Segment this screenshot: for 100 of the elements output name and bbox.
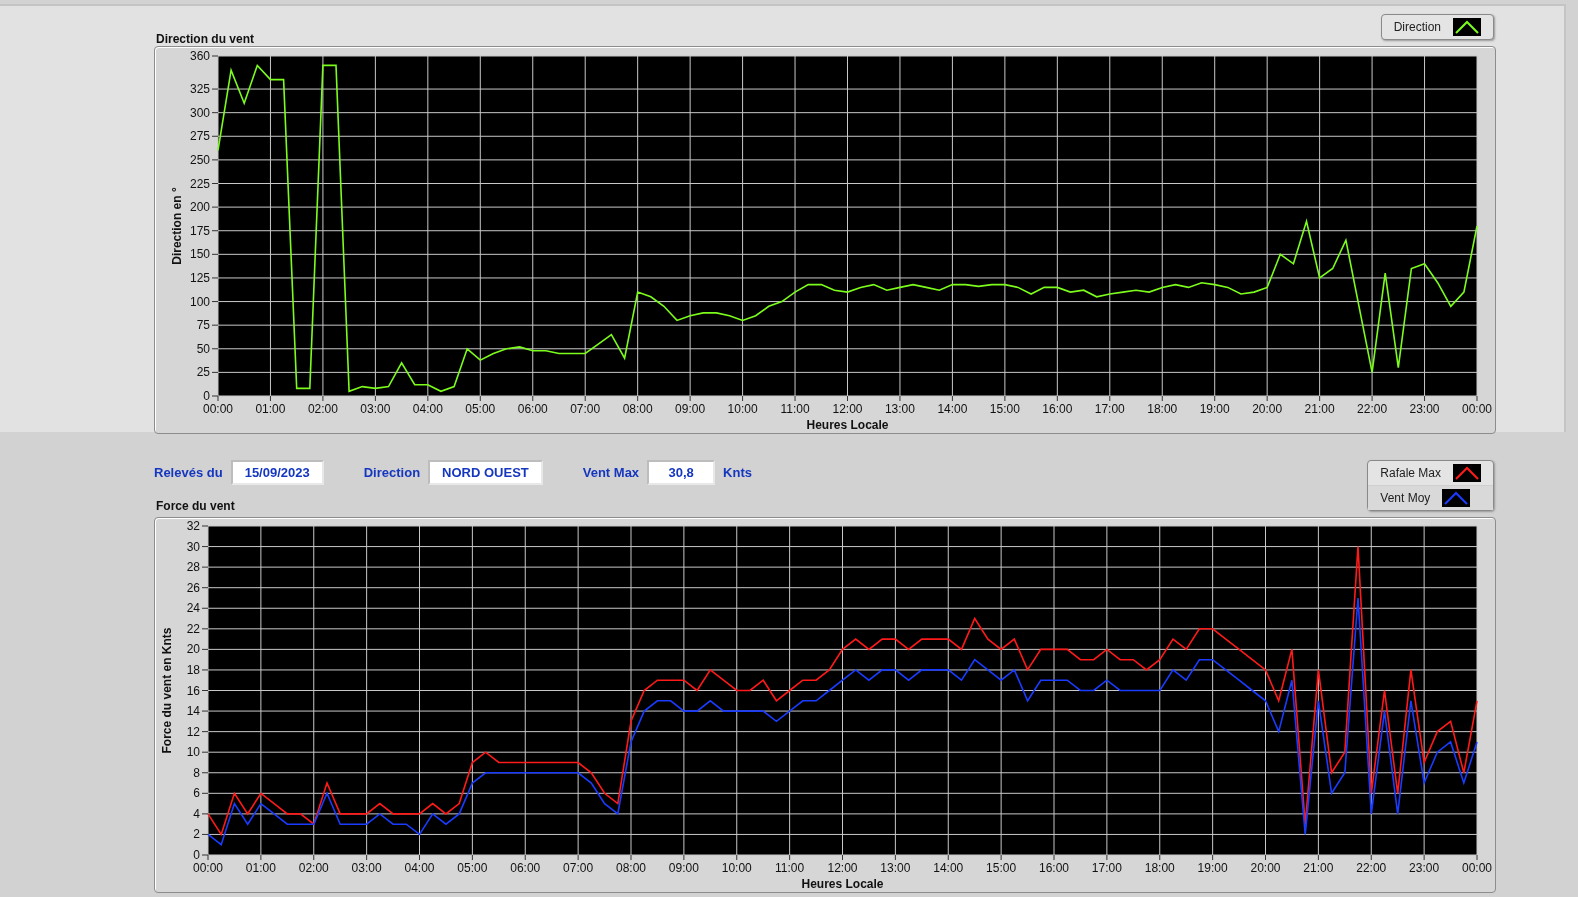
x-tick-label: 01:00 (255, 402, 286, 416)
x-tick-label: 12:00 (832, 402, 863, 416)
y-tick-label: 0 (203, 389, 210, 403)
x-tick-label: 11:00 (775, 861, 805, 875)
y-tick-label: 200 (189, 200, 210, 215)
field-label: Direction (363, 465, 421, 480)
y-tick-label: 325 (189, 82, 210, 97)
x-tick-label: 16:00 (1039, 861, 1069, 875)
x-tick-label: 02:00 (307, 402, 338, 416)
y-tick-label: 22 (186, 621, 200, 636)
x-tick-label: 06:00 (510, 861, 541, 875)
x-tick-label: 15:00 (986, 861, 1017, 875)
x-tick-label: 12:00 (827, 861, 858, 875)
x-tick-label: 08:00 (616, 861, 646, 875)
x-tick-label: 20:00 (1250, 861, 1281, 875)
x-axis-title: Heures Locale (801, 877, 884, 891)
x-tick-label: 19:00 (1199, 402, 1230, 416)
y-tick-label: 26 (186, 580, 200, 595)
y-tick-label: 28 (186, 560, 200, 575)
value-field[interactable]: 30,8 (647, 460, 716, 485)
x-tick-label: 05:00 (465, 402, 496, 416)
legend-label: Rafale Max (1380, 466, 1441, 480)
field-label: Relevés du (154, 465, 223, 480)
y-tick-label: 125 (189, 270, 210, 285)
y-tick-label: 2 (193, 827, 200, 842)
y-tick-label: 16 (186, 683, 200, 698)
y-tick-label: 32 (186, 519, 200, 533)
y-axis-title: Force du vent en Knts (160, 627, 174, 754)
x-tick-label: 22:00 (1356, 861, 1387, 875)
y-tick-label: 25 (196, 365, 210, 380)
legend-line-swatch (1453, 18, 1481, 36)
y-tick-label: 175 (189, 223, 210, 238)
x-tick-label: 13:00 (884, 402, 915, 416)
y-tick-label: 30 (186, 539, 200, 554)
value-field[interactable]: 15/09/2023 (230, 460, 324, 485)
y-tick-label: 8 (193, 765, 200, 780)
y-tick-label: 0 (193, 848, 200, 862)
x-tick-label: 23:00 (1409, 402, 1440, 416)
x-tick-label: 08:00 (622, 402, 653, 416)
legend-label: Vent Moy (1380, 491, 1431, 505)
x-tick-label: 04:00 (404, 861, 435, 875)
x-tick-label: 14:00 (933, 861, 964, 875)
y-tick-label: 10 (186, 745, 200, 760)
x-tick-label: 02:00 (298, 861, 329, 875)
legend-line-swatch (1453, 464, 1481, 482)
x-tick-label: 22:00 (1357, 402, 1388, 416)
y-tick-label: 14 (186, 704, 200, 719)
x-tick-label: 00:00 (193, 861, 223, 875)
x-tick-label: 17:00 (1094, 402, 1125, 416)
x-tick-label: 03:00 (351, 861, 382, 875)
x-tick-label: 00:00 (203, 402, 233, 416)
y-tick-label: 12 (186, 724, 200, 739)
y-tick-label: 6 (193, 786, 200, 801)
x-tick-label: 04:00 (412, 402, 443, 416)
y-tick-label: 18 (186, 662, 200, 677)
x-tick-label: 18:00 (1144, 861, 1175, 875)
field-label: Vent Max (582, 465, 640, 480)
x-tick-label: 23:00 (1409, 861, 1440, 875)
y-tick-label: 24 (186, 601, 200, 616)
x-tick-label: 05:00 (457, 861, 488, 875)
x-tick-label: 10:00 (721, 861, 752, 875)
x-tick-label: 21:00 (1304, 402, 1335, 416)
legend-line-swatch (1442, 489, 1471, 507)
chart-title: Direction du vent (155, 32, 254, 46)
y-tick-label: 4 (193, 806, 200, 821)
legend-label: Direction (1393, 20, 1441, 34)
x-tick-label: 15:00 (989, 402, 1020, 416)
x-tick-label: 13:00 (880, 861, 911, 875)
x-tick-label: 01:00 (245, 861, 276, 875)
x-tick-label: 11:00 (780, 402, 810, 416)
x-tick-label: 00:00 (1462, 402, 1492, 416)
x-tick-label: 09:00 (668, 861, 699, 875)
chart-title: Force du vent (155, 499, 236, 513)
x-tick-label: 16:00 (1042, 402, 1073, 416)
x-tick-label: 03:00 (360, 402, 391, 416)
x-tick-label: 09:00 (675, 402, 706, 416)
y-tick-label: 300 (189, 105, 210, 120)
y-tick-label: 360 (189, 49, 210, 63)
x-tick-label: 10:00 (727, 402, 758, 416)
x-tick-label: 19:00 (1197, 861, 1228, 875)
x-tick-label: 18:00 (1147, 402, 1178, 416)
y-tick-label: 275 (189, 129, 210, 144)
x-tick-label: 14:00 (937, 402, 968, 416)
x-axis-title: Heures Locale (806, 418, 889, 432)
y-tick-label: 20 (186, 642, 200, 657)
y-tick-label: 100 (189, 294, 210, 309)
x-tick-label: 20:00 (1252, 402, 1283, 416)
y-tick-label: 75 (196, 318, 210, 333)
y-tick-label: 225 (189, 176, 210, 191)
y-axis-title: Direction en ° (170, 187, 184, 265)
x-tick-label: 00:00 (1462, 861, 1492, 875)
x-tick-label: 06:00 (517, 402, 548, 416)
x-tick-label: 07:00 (570, 402, 601, 416)
value-field[interactable]: NORD OUEST (428, 460, 543, 485)
unit-label: Knts (723, 465, 752, 480)
x-tick-label: 07:00 (563, 861, 594, 875)
y-tick-label: 150 (189, 247, 210, 262)
y-tick-label: 50 (196, 341, 210, 356)
x-tick-label: 21:00 (1303, 861, 1334, 875)
x-tick-label: 17:00 (1091, 861, 1122, 875)
